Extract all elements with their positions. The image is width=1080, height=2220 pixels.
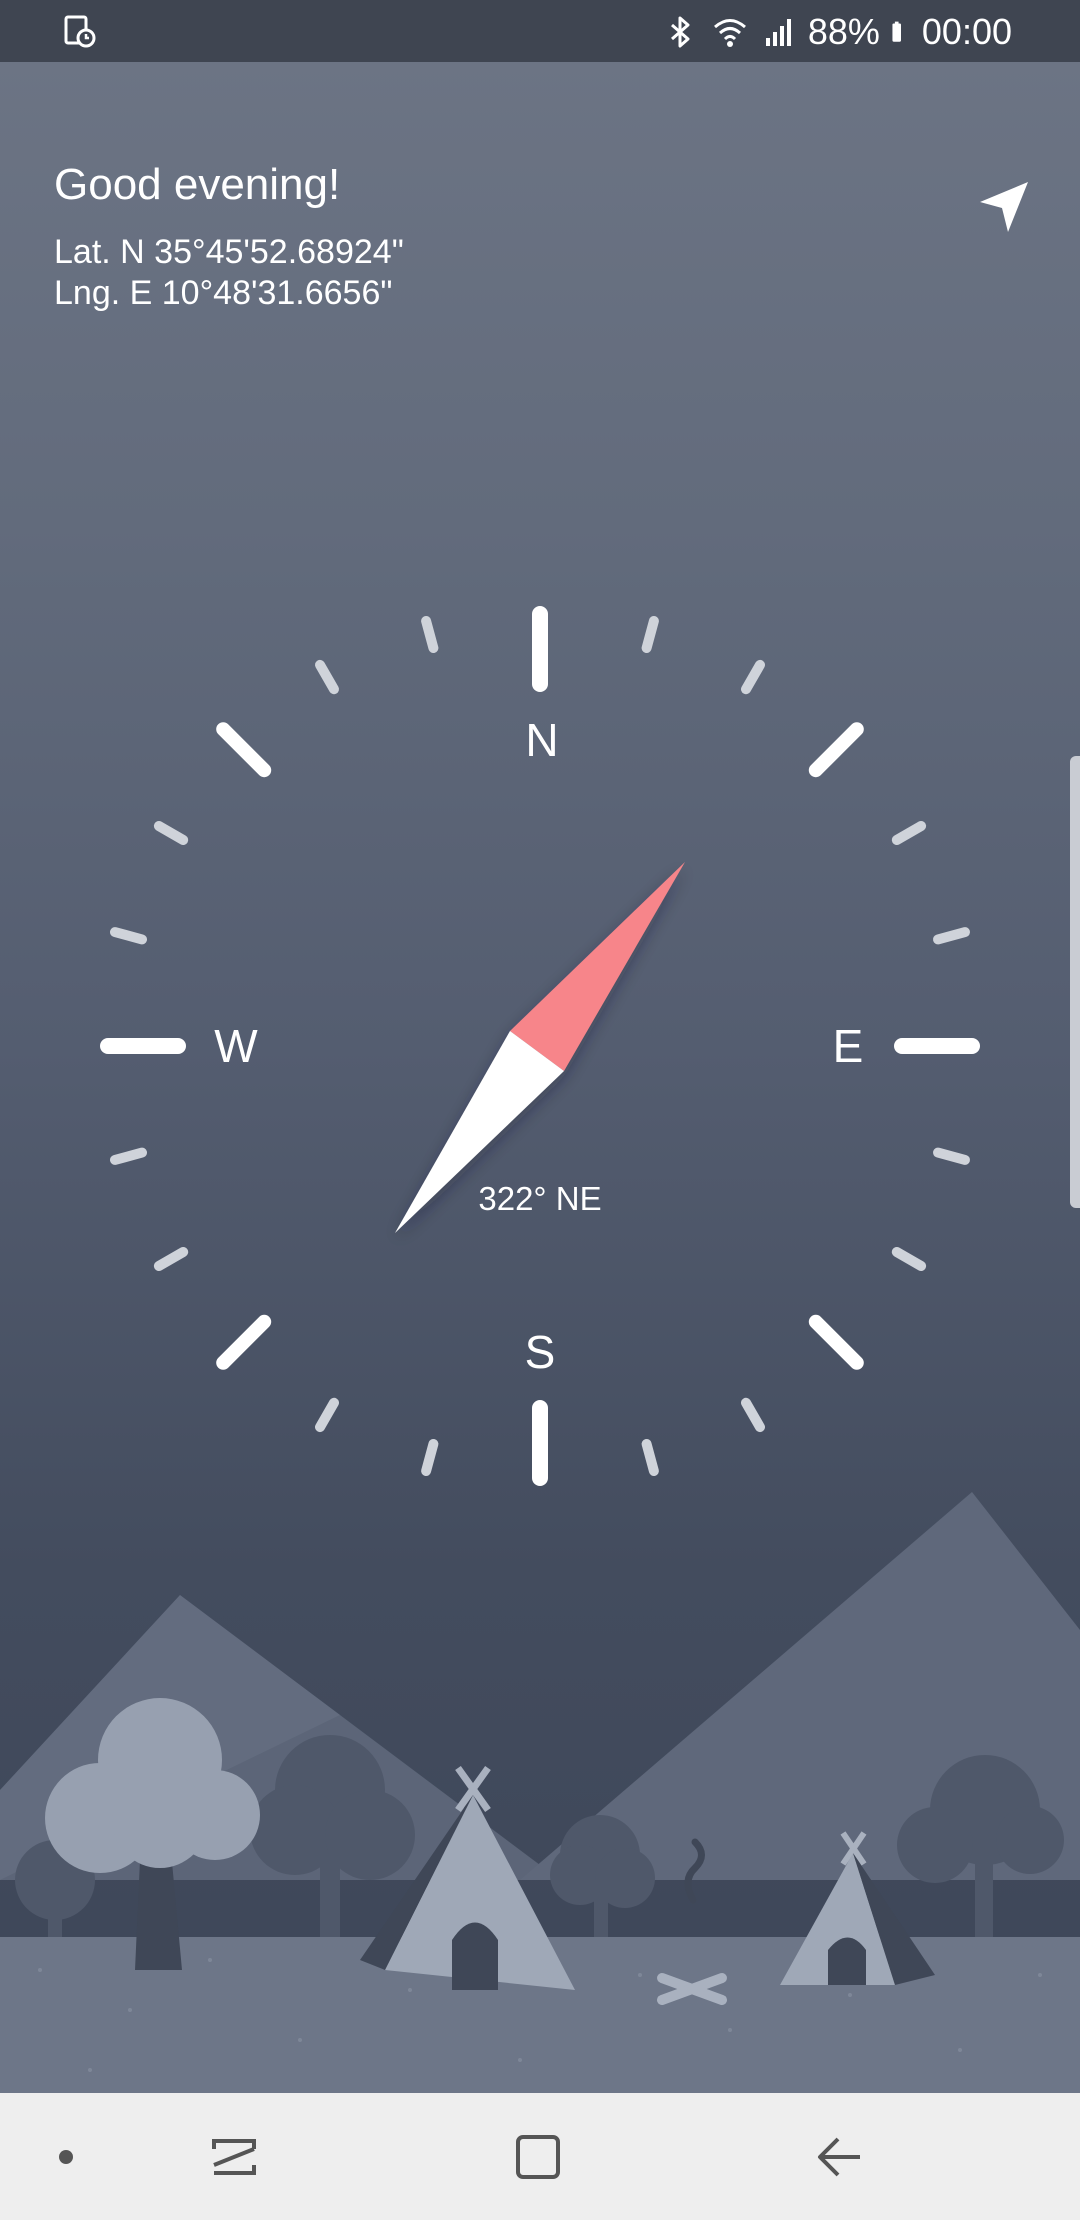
home-icon[interactable] [502,2121,574,2193]
compass-tick [641,616,659,653]
compass-tick [315,1397,339,1433]
status-bar: 88% 00:00 [0,0,1080,62]
navigation-bar [0,2093,1080,2220]
recent-apps-icon[interactable] [198,2121,270,2193]
dot-icon[interactable] [30,2121,102,2193]
compass-tick [216,1314,272,1370]
compass-tick [891,1247,927,1271]
compass-tick [808,722,864,778]
compass-tick [110,927,147,945]
heading-readout: 322° NE [478,1180,601,1217]
compass-needle [395,862,685,1233]
cardinal-north: N [525,714,558,766]
compass-tick [216,722,272,778]
cardinal-south: S [525,1326,556,1378]
signal-icon [765,19,791,46]
greeting-text: Good evening! [54,160,341,209]
compass-tick [153,1247,189,1271]
compass-tick [741,1397,765,1433]
screen-record-icon [64,15,96,48]
compass-tick [933,1147,970,1165]
edge-panel-handle[interactable] [1070,756,1080,1208]
compass-tick [421,1439,439,1476]
compass-dial: N E S W 322° NE [100,606,980,1486]
location-arrow-icon[interactable] [976,180,1032,236]
compass-screen: 88% 00:00 Good evening! Lat. N 35°45'52.… [0,0,1080,2093]
night-landscape-illustration [0,1492,1080,2093]
battery-icon [892,21,901,42]
compass-tick [933,927,970,945]
battery-percent: 88% [807,11,880,52]
compass-tick [110,1147,147,1165]
location-header: Good evening! Lat. N 35°45'52.68924" Lng… [54,160,404,314]
cardinal-west: W [214,1020,258,1072]
needle-north [510,862,685,1071]
status-time: 00:00 [921,11,1012,52]
latitude-text: Lat. N 35°45'52.68924" [54,233,404,271]
cardinal-east: E [833,1020,864,1072]
compass-tick [891,821,927,845]
bluetooth-icon [670,16,690,48]
longitude-text: Lng. E 10°48'31.6656" [54,274,393,312]
wifi-icon [713,19,746,47]
compass-tick [641,1439,659,1476]
compass-tick [153,821,189,845]
compass-tick [315,659,339,695]
compass-tick [421,616,439,653]
compass-tick [808,1314,864,1370]
back-icon[interactable] [804,2121,876,2193]
compass-tick [741,659,765,695]
